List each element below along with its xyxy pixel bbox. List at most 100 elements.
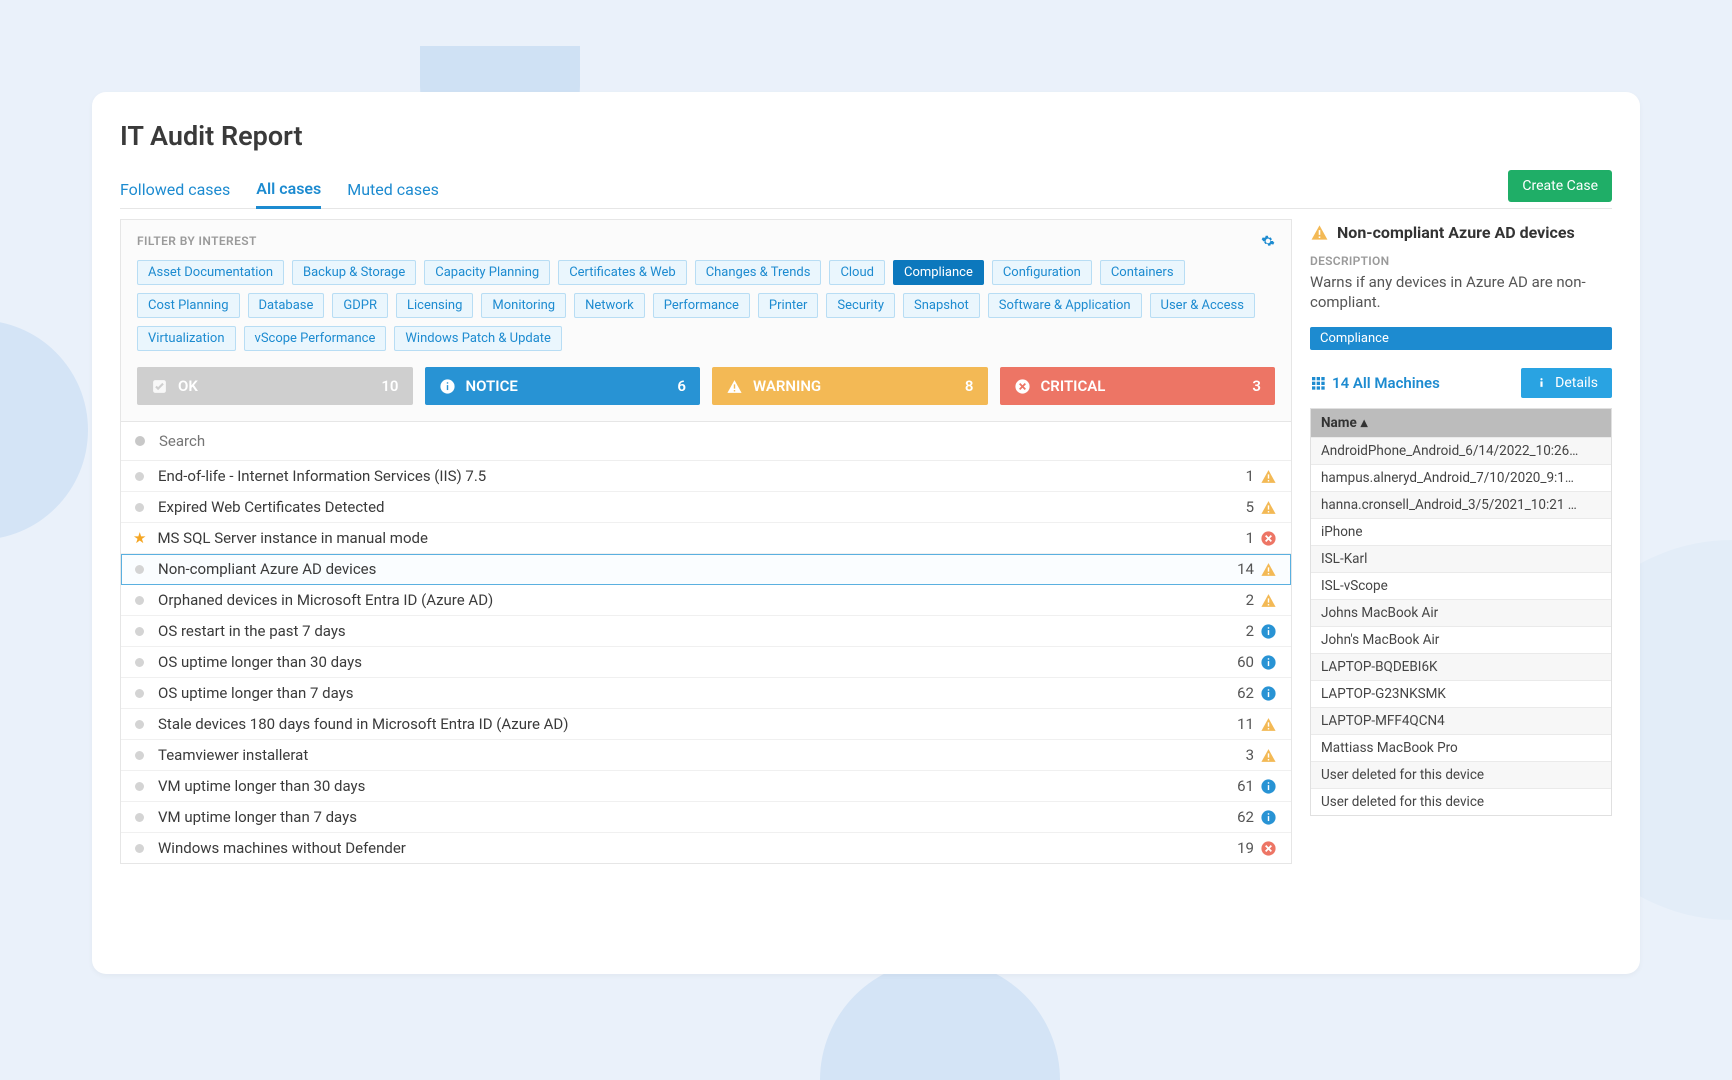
filter-chip[interactable]: Containers — [1100, 260, 1185, 285]
case-row[interactable]: Stale devices 180 days found in Microsof… — [121, 709, 1291, 740]
case-row[interactable]: ★MS SQL Server instance in manual mode1 — [121, 523, 1291, 554]
filter-chip[interactable]: Asset Documentation — [137, 260, 284, 285]
filter-chip[interactable]: Capacity Planning — [424, 260, 550, 285]
case-count: 11 — [1237, 715, 1254, 733]
filter-chip[interactable]: Changes & Trends — [695, 260, 822, 285]
filter-chip[interactable]: Performance — [653, 293, 750, 318]
case-count: 1 — [1246, 467, 1254, 485]
severity-notice[interactable]: NOTICE 6 — [425, 367, 701, 405]
filter-chip[interactable]: Virtualization — [137, 326, 236, 351]
case-row[interactable]: Expired Web Certificates Detected5 — [121, 492, 1291, 523]
filter-chip[interactable]: Licensing — [396, 293, 473, 318]
detail-title: Non-compliant Azure AD devices — [1337, 223, 1575, 242]
case-count: 1 — [1246, 529, 1254, 547]
create-case-button[interactable]: Create Case — [1508, 170, 1612, 202]
case-count: 2 — [1246, 591, 1254, 609]
bullet-icon — [135, 596, 144, 605]
detail-tag[interactable]: Compliance — [1310, 327, 1612, 350]
filter-chip[interactable]: GDPR — [332, 293, 388, 318]
filter-chip[interactable]: Network — [574, 293, 645, 318]
case-row[interactable]: Teamviewer installerat3 — [121, 740, 1291, 771]
tab-all[interactable]: All cases — [256, 171, 321, 209]
filter-chip[interactable]: Cost Planning — [137, 293, 240, 318]
tab-followed[interactable]: Followed cases — [120, 172, 230, 207]
table-row[interactable]: hampus.alneryd_Android_7/10/2020_9:1… — [1311, 464, 1611, 491]
filter-chip[interactable]: User & Access — [1150, 293, 1255, 318]
case-row[interactable]: Windows machines without Defender19 — [121, 833, 1291, 863]
severity-warning[interactable]: WARNING 8 — [712, 367, 988, 405]
description-label: DESCRIPTION — [1310, 254, 1612, 268]
case-count: 14 — [1237, 560, 1254, 578]
table-header[interactable]: Name ▴ — [1311, 409, 1611, 437]
table-row[interactable]: hanna.cronsell_Android_3/5/2021_10:21 … — [1311, 491, 1611, 518]
case-row[interactable]: End-of-life - Internet Information Servi… — [121, 461, 1291, 492]
case-count: 3 — [1246, 746, 1254, 764]
filter-chip[interactable]: Security — [826, 293, 895, 318]
warning-icon — [1260, 716, 1277, 733]
filter-chip[interactable]: Cloud — [829, 260, 885, 285]
filter-chip[interactable]: Database — [248, 293, 325, 318]
filter-chip[interactable]: Compliance — [893, 260, 984, 285]
table-row[interactable]: User deleted for this device — [1311, 788, 1611, 815]
filter-chip[interactable]: Monitoring — [481, 293, 566, 318]
warning-icon — [1260, 561, 1277, 578]
case-label: OS uptime longer than 7 days — [158, 684, 1237, 702]
table-row[interactable]: John's MacBook Air — [1311, 626, 1611, 653]
search-input[interactable] — [159, 432, 1277, 450]
tab-muted[interactable]: Muted cases — [347, 172, 439, 207]
case-label: Non-compliant Azure AD devices — [158, 560, 1237, 578]
filter-chip[interactable]: Certificates & Web — [558, 260, 687, 285]
case-row[interactable]: Orphaned devices in Microsoft Entra ID (… — [121, 585, 1291, 616]
critical-icon — [1260, 530, 1277, 547]
bullet-icon — [135, 813, 144, 822]
table-row[interactable]: AndroidPhone_Android_6/14/2022_10:26… — [1311, 437, 1611, 464]
detail-panel: Non-compliant Azure AD devices DESCRIPTI… — [1310, 219, 1612, 954]
case-label: End-of-life - Internet Information Servi… — [158, 467, 1246, 485]
machines-link[interactable]: 14 All Machines — [1310, 374, 1440, 392]
page-title: IT Audit Report — [120, 120, 1612, 152]
severity-bar: OK 10 NOTICE 6 WARNING 8 — [137, 367, 1275, 405]
severity-critical[interactable]: CRITICAL 3 — [1000, 367, 1276, 405]
check-icon — [151, 378, 168, 395]
filter-chip[interactable]: Snapshot — [903, 293, 980, 318]
warning-icon — [1260, 468, 1277, 485]
table-row[interactable]: iPhone — [1311, 518, 1611, 545]
grid-icon — [1310, 375, 1326, 391]
case-label: Stale devices 180 days found in Microsof… — [158, 715, 1237, 733]
bullet-icon — [135, 503, 144, 512]
case-label: Windows machines without Defender — [158, 839, 1237, 857]
case-row[interactable]: OS uptime longer than 30 days60 — [121, 647, 1291, 678]
filter-chip[interactable]: Windows Patch & Update — [394, 326, 562, 351]
table-row[interactable]: LAPTOP-MFF4QCN4 — [1311, 707, 1611, 734]
table-row[interactable]: Mattiass MacBook Pro — [1311, 734, 1611, 761]
search-bullet-icon — [135, 436, 145, 446]
case-label: VM uptime longer than 30 days — [158, 777, 1237, 795]
case-label: VM uptime longer than 7 days — [158, 808, 1237, 826]
filter-chip[interactable]: vScope Performance — [244, 326, 387, 351]
case-row[interactable]: VM uptime longer than 30 days61 — [121, 771, 1291, 802]
info-icon — [439, 378, 456, 395]
table-row[interactable]: LAPTOP-G23NKSMK — [1311, 680, 1611, 707]
warning-icon — [1310, 223, 1329, 242]
case-row[interactable]: Non-compliant Azure AD devices14 — [121, 554, 1291, 585]
severity-ok[interactable]: OK 10 — [137, 367, 413, 405]
filter-chip[interactable]: Software & Application — [988, 293, 1142, 318]
case-count: 62 — [1237, 808, 1254, 826]
table-row[interactable]: ISL-vScope — [1311, 572, 1611, 599]
gear-icon[interactable] — [1261, 234, 1275, 248]
table-row[interactable]: ISL-Karl — [1311, 545, 1611, 572]
filter-chip[interactable]: Backup & Storage — [292, 260, 416, 285]
details-button[interactable]: Details — [1521, 368, 1612, 398]
case-label: Orphaned devices in Microsoft Entra ID (… — [158, 591, 1246, 609]
app-window: IT Audit Report Followed cases All cases… — [92, 92, 1640, 974]
table-row[interactable]: User deleted for this device — [1311, 761, 1611, 788]
filter-chip[interactable]: Configuration — [992, 260, 1092, 285]
filter-chip[interactable]: Printer — [758, 293, 819, 318]
case-count: 61 — [1237, 777, 1254, 795]
table-row[interactable]: Johns MacBook Air — [1311, 599, 1611, 626]
case-row[interactable]: OS uptime longer than 7 days62 — [121, 678, 1291, 709]
case-row[interactable]: OS restart in the past 7 days2 — [121, 616, 1291, 647]
table-row[interactable]: LAPTOP-BQDEBI6K — [1311, 653, 1611, 680]
case-row[interactable]: VM uptime longer than 7 days62 — [121, 802, 1291, 833]
case-label: Teamviewer installerat — [158, 746, 1246, 764]
